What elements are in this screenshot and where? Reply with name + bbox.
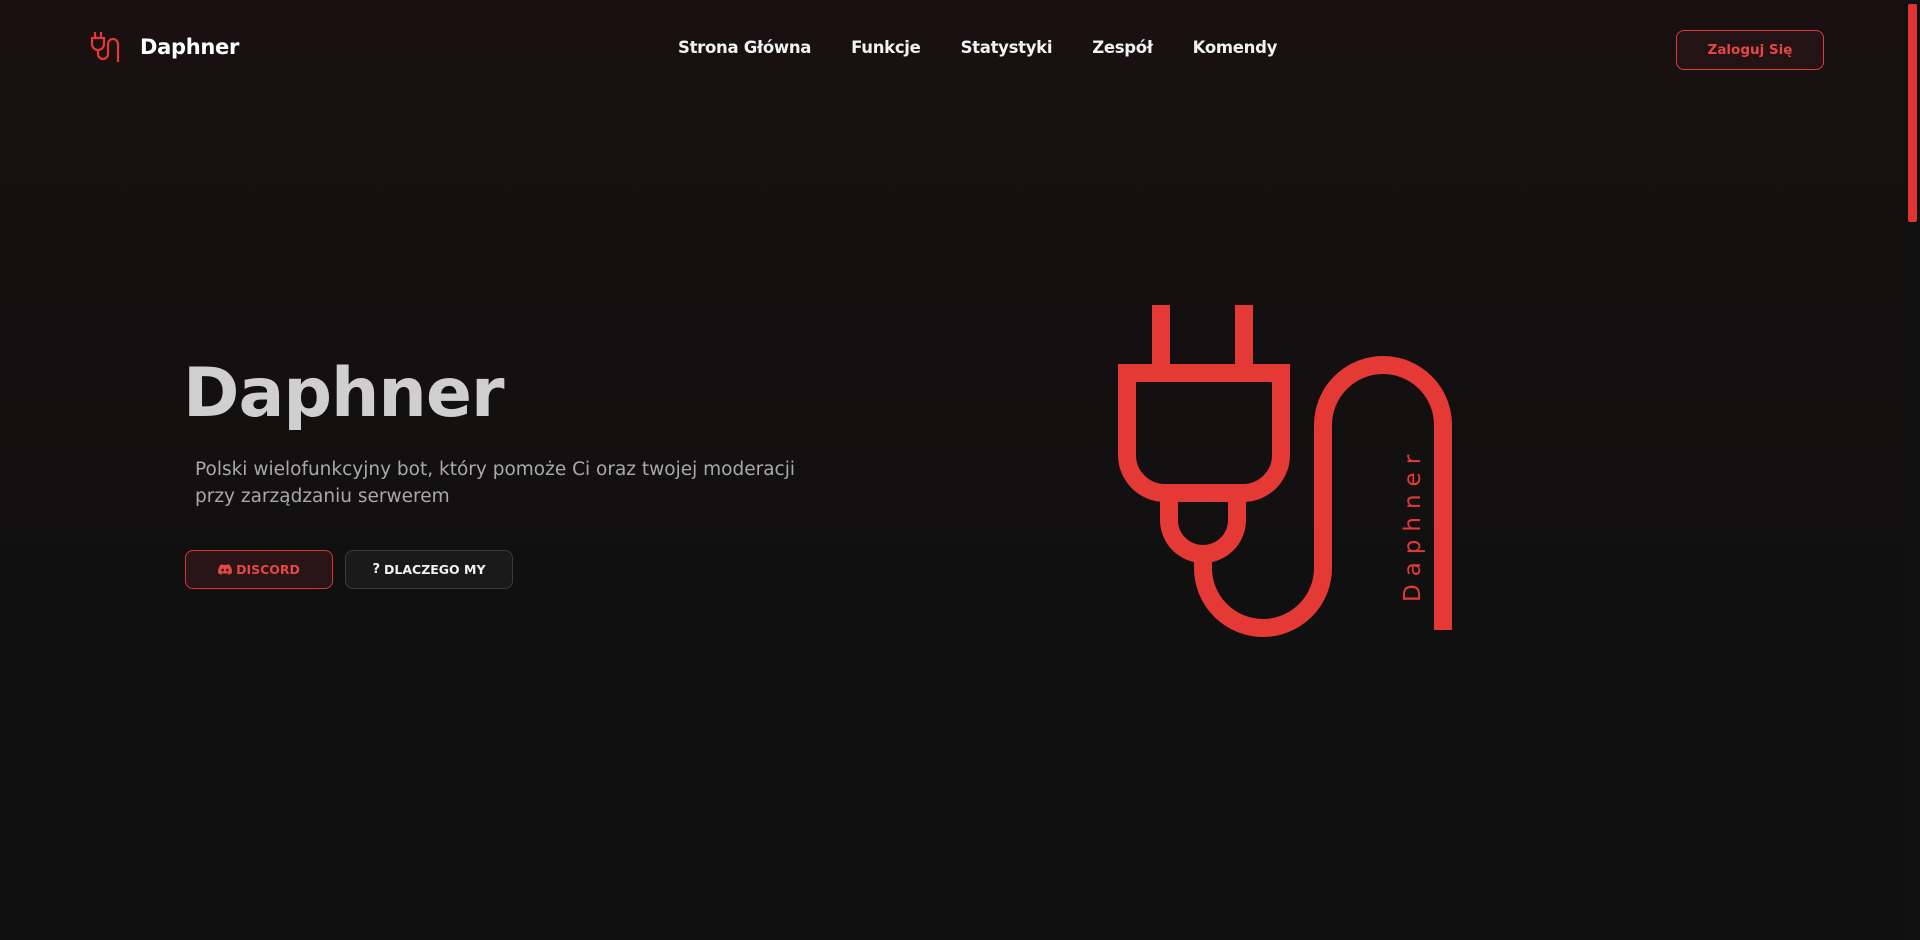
scrollbar-thumb[interactable] (1908, 4, 1917, 222)
scrollbar[interactable] (1904, 0, 1920, 940)
nav-link-features[interactable]: Funkcje (851, 38, 921, 57)
discord-icon (218, 564, 233, 575)
hero-title: Daphner (183, 354, 504, 433)
discord-button-label: DISCORD (236, 562, 300, 577)
login-button[interactable]: Zaloguj Się (1676, 30, 1824, 70)
discord-button[interactable]: DISCORD (185, 550, 333, 589)
why-us-button-label: DLACZEGO MY (384, 562, 486, 577)
nav-link-commands[interactable]: Komendy (1193, 38, 1278, 57)
logo-text: Daphner (1400, 447, 1426, 602)
plug-cable-icon: Daphner (1118, 305, 1452, 637)
landing-page: Daphner Strona Główna Funkcje Statystyki… (0, 0, 1920, 940)
main-nav: Strona Główna Funkcje Statystyki Zespół … (678, 38, 1277, 57)
navbar: Daphner Strona Główna Funkcje Statystyki… (0, 0, 1904, 96)
nav-link-home[interactable]: Strona Główna (678, 38, 811, 57)
nav-link-stats[interactable]: Statystyki (961, 38, 1053, 57)
hero-description: Polski wielofunkcyjny bot, który pomoże … (195, 459, 795, 507)
nav-link-team[interactable]: Zespół (1092, 38, 1153, 57)
question-icon: ? (372, 562, 380, 577)
why-us-button[interactable]: ? DLACZEGO MY (345, 550, 513, 589)
plug-icon (90, 32, 120, 62)
brand[interactable]: Daphner (90, 30, 239, 64)
hero-buttons: DISCORD ? DLACZEGO MY (185, 550, 513, 589)
brand-name: Daphner (140, 35, 240, 59)
